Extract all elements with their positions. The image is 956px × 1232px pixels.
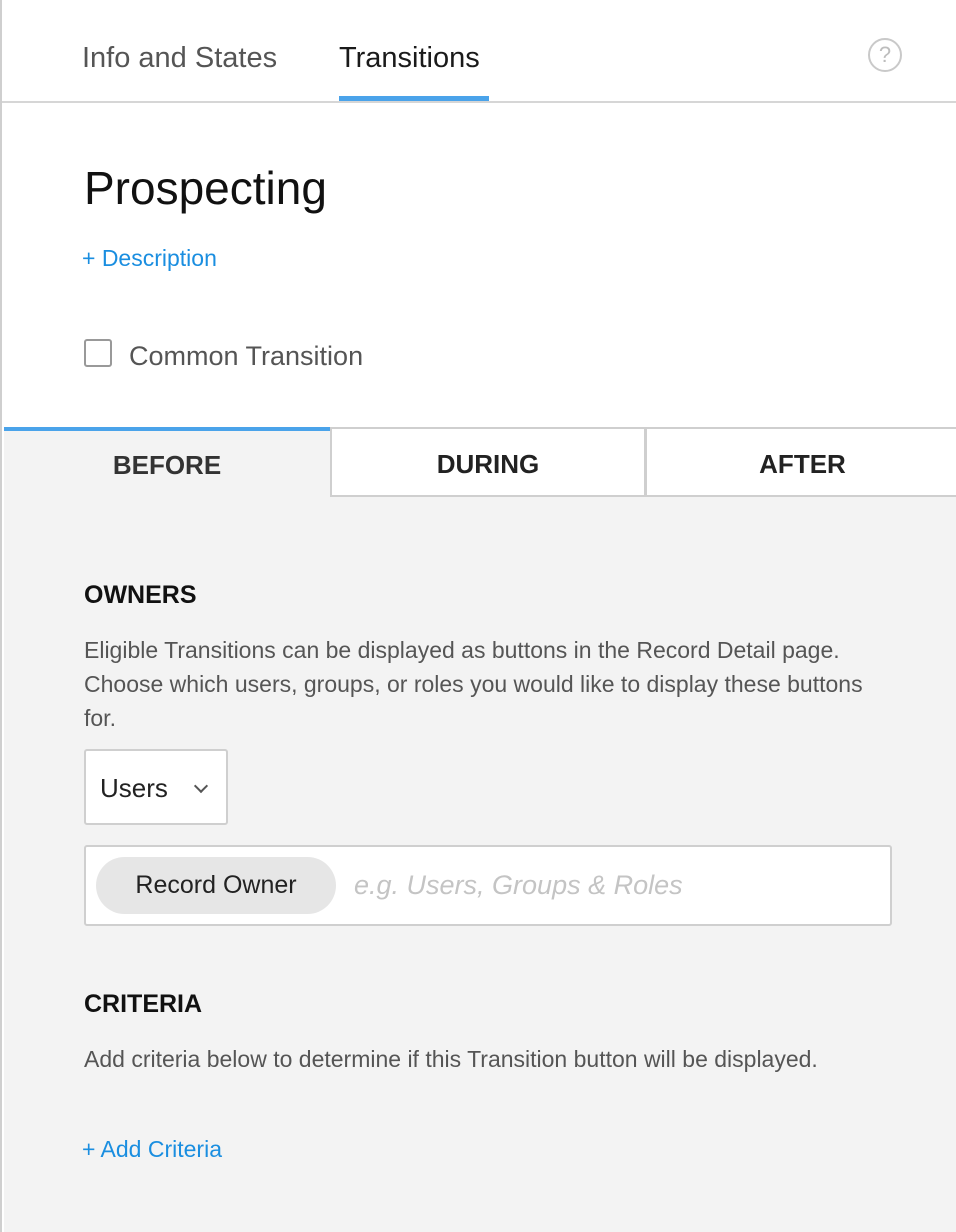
page-title: Prospecting (84, 162, 327, 214)
common-transition-label: Common Transition (129, 341, 364, 371)
add-description-link[interactable]: + Description (82, 242, 217, 274)
common-transition-checkbox[interactable] (84, 339, 112, 367)
chevron-down-icon (193, 778, 209, 794)
owners-input-placeholder: e.g. Users, Groups & Roles (354, 870, 683, 900)
tab-before[interactable]: BEFORE (4, 427, 330, 497)
tab-after[interactable]: AFTER (645, 427, 956, 497)
owners-description: Eligible Transitions can be displayed as… (84, 637, 863, 731)
add-criteria-link[interactable]: + Add Criteria (82, 1133, 222, 1165)
owners-heading: OWNERS (84, 581, 197, 609)
tab-during[interactable]: DURING (330, 427, 646, 497)
tab-transitions[interactable]: Transitions (339, 38, 480, 78)
tab-info-and-states[interactable]: Info and States (82, 38, 277, 78)
transition-panel: Info and States Transitions ? Prospectin… (0, 0, 956, 1232)
criteria-heading: CRITERIA (84, 990, 203, 1018)
owner-chip-record-owner[interactable]: Record Owner (96, 857, 336, 914)
owner-type-select[interactable]: Users (84, 749, 228, 825)
active-tab-indicator (339, 96, 489, 101)
help-icon[interactable]: ? (868, 38, 902, 72)
top-tab-bar: Info and States Transitions ? (2, 0, 956, 103)
criteria-description: Add criteria below to determine if this … (84, 1046, 818, 1072)
owners-token-input[interactable]: Record Owner e.g. Users, Groups & Roles (84, 845, 892, 926)
transition-settings-area (4, 427, 956, 1232)
owner-type-value: Users (100, 773, 168, 803)
